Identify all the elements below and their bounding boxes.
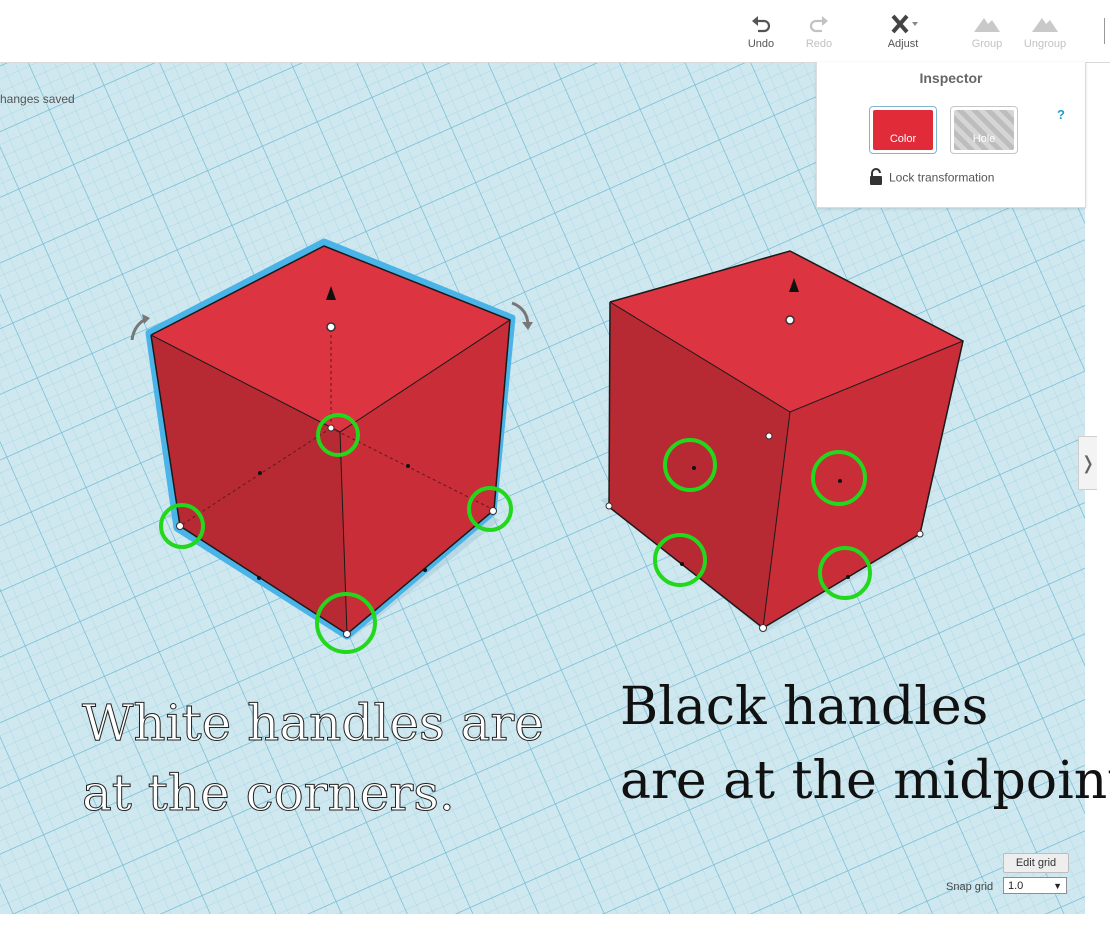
edit-grid-button[interactable]: Edit grid bbox=[1003, 853, 1069, 873]
sidebar-expand-chevron-icon[interactable]: ❭ bbox=[1078, 436, 1097, 490]
handle-top[interactable] bbox=[785, 315, 795, 325]
toolbar-edge-divider bbox=[1104, 18, 1110, 44]
handle-mid-bottom-right[interactable] bbox=[423, 568, 427, 572]
undo-button[interactable]: Undo bbox=[731, 14, 791, 50]
redo-label: Redo bbox=[805, 38, 833, 50]
group-label: Group bbox=[971, 38, 1003, 50]
adjust-icon bbox=[873, 14, 933, 36]
color-button[interactable]: Color bbox=[869, 106, 937, 154]
adjust-label: Adjust bbox=[887, 38, 919, 50]
color-label: Color bbox=[889, 133, 917, 145]
caption-white-line-1: White handles are bbox=[82, 694, 545, 753]
handle-mid-bottom-left[interactable] bbox=[680, 562, 684, 566]
hole-label: Hole bbox=[972, 133, 996, 145]
handle-left-corner[interactable] bbox=[605, 502, 613, 510]
undo-icon bbox=[731, 14, 791, 36]
handle-top-corner[interactable] bbox=[327, 424, 335, 432]
dropdown-caret-icon: ▼ bbox=[1053, 881, 1062, 891]
caption-black-line-1: Black handles bbox=[620, 677, 989, 737]
handle-back-corner[interactable] bbox=[765, 432, 773, 440]
group-icon bbox=[957, 14, 1017, 36]
ungroup-label: Ungroup bbox=[1023, 38, 1067, 50]
redo-button[interactable]: Redo bbox=[789, 14, 849, 50]
caption-black-line-2: are at the midpoint bbox=[620, 751, 1110, 811]
handle-mid-bottom-left[interactable] bbox=[257, 576, 261, 580]
lock-label: Lock transformation bbox=[889, 170, 995, 185]
caption-black-handles: Black handles are at the midpoint bbox=[620, 670, 1110, 818]
group-button[interactable]: Group bbox=[957, 14, 1017, 50]
snap-grid-select[interactable]: 1.0 ▼ bbox=[1003, 877, 1067, 894]
handle-left-corner[interactable] bbox=[176, 522, 184, 530]
ungroup-icon bbox=[1015, 14, 1075, 36]
caption-white-line-2: at the corners. bbox=[82, 764, 456, 823]
handle-mid-bottom-right[interactable] bbox=[846, 575, 850, 579]
hole-swatch-fill: Hole bbox=[954, 110, 1014, 150]
lock-icon bbox=[869, 168, 883, 189]
inspector-title: Inspector bbox=[919, 70, 983, 86]
help-link[interactable]: ? bbox=[1057, 107, 1065, 122]
handle-mid-right[interactable] bbox=[406, 464, 410, 468]
top-toolbar: Undo Redo Adjust Group Ungroup bbox=[0, 0, 1110, 63]
ungroup-button[interactable]: Ungroup bbox=[1015, 14, 1075, 50]
save-status-text: hanges saved bbox=[0, 92, 75, 106]
handle-mid-right-face[interactable] bbox=[838, 479, 842, 483]
height-handle[interactable] bbox=[326, 322, 336, 332]
snap-grid-value: 1.0 bbox=[1008, 880, 1024, 892]
adjust-button[interactable]: Adjust bbox=[873, 14, 933, 50]
handle-front-corner[interactable] bbox=[343, 630, 351, 638]
undo-label: Undo bbox=[747, 38, 775, 50]
handle-mid-left-face[interactable] bbox=[692, 466, 696, 470]
redo-icon bbox=[789, 14, 849, 36]
snap-grid-label: Snap grid bbox=[946, 881, 994, 893]
hole-button[interactable]: Hole bbox=[950, 106, 1018, 154]
handle-right-corner[interactable] bbox=[489, 507, 497, 515]
handle-right-corner[interactable] bbox=[916, 530, 924, 538]
color-swatch-fill: Color bbox=[873, 110, 933, 150]
handle-front-corner[interactable] bbox=[759, 624, 767, 632]
caption-white-handles: White handles are at the corners. bbox=[82, 688, 545, 828]
handle-mid-left[interactable] bbox=[258, 471, 262, 475]
lock-transformation-toggle[interactable]: Lock transformation bbox=[869, 168, 994, 189]
inspector-panel: Inspector Color Hole ? Lock transformati… bbox=[816, 62, 1086, 208]
